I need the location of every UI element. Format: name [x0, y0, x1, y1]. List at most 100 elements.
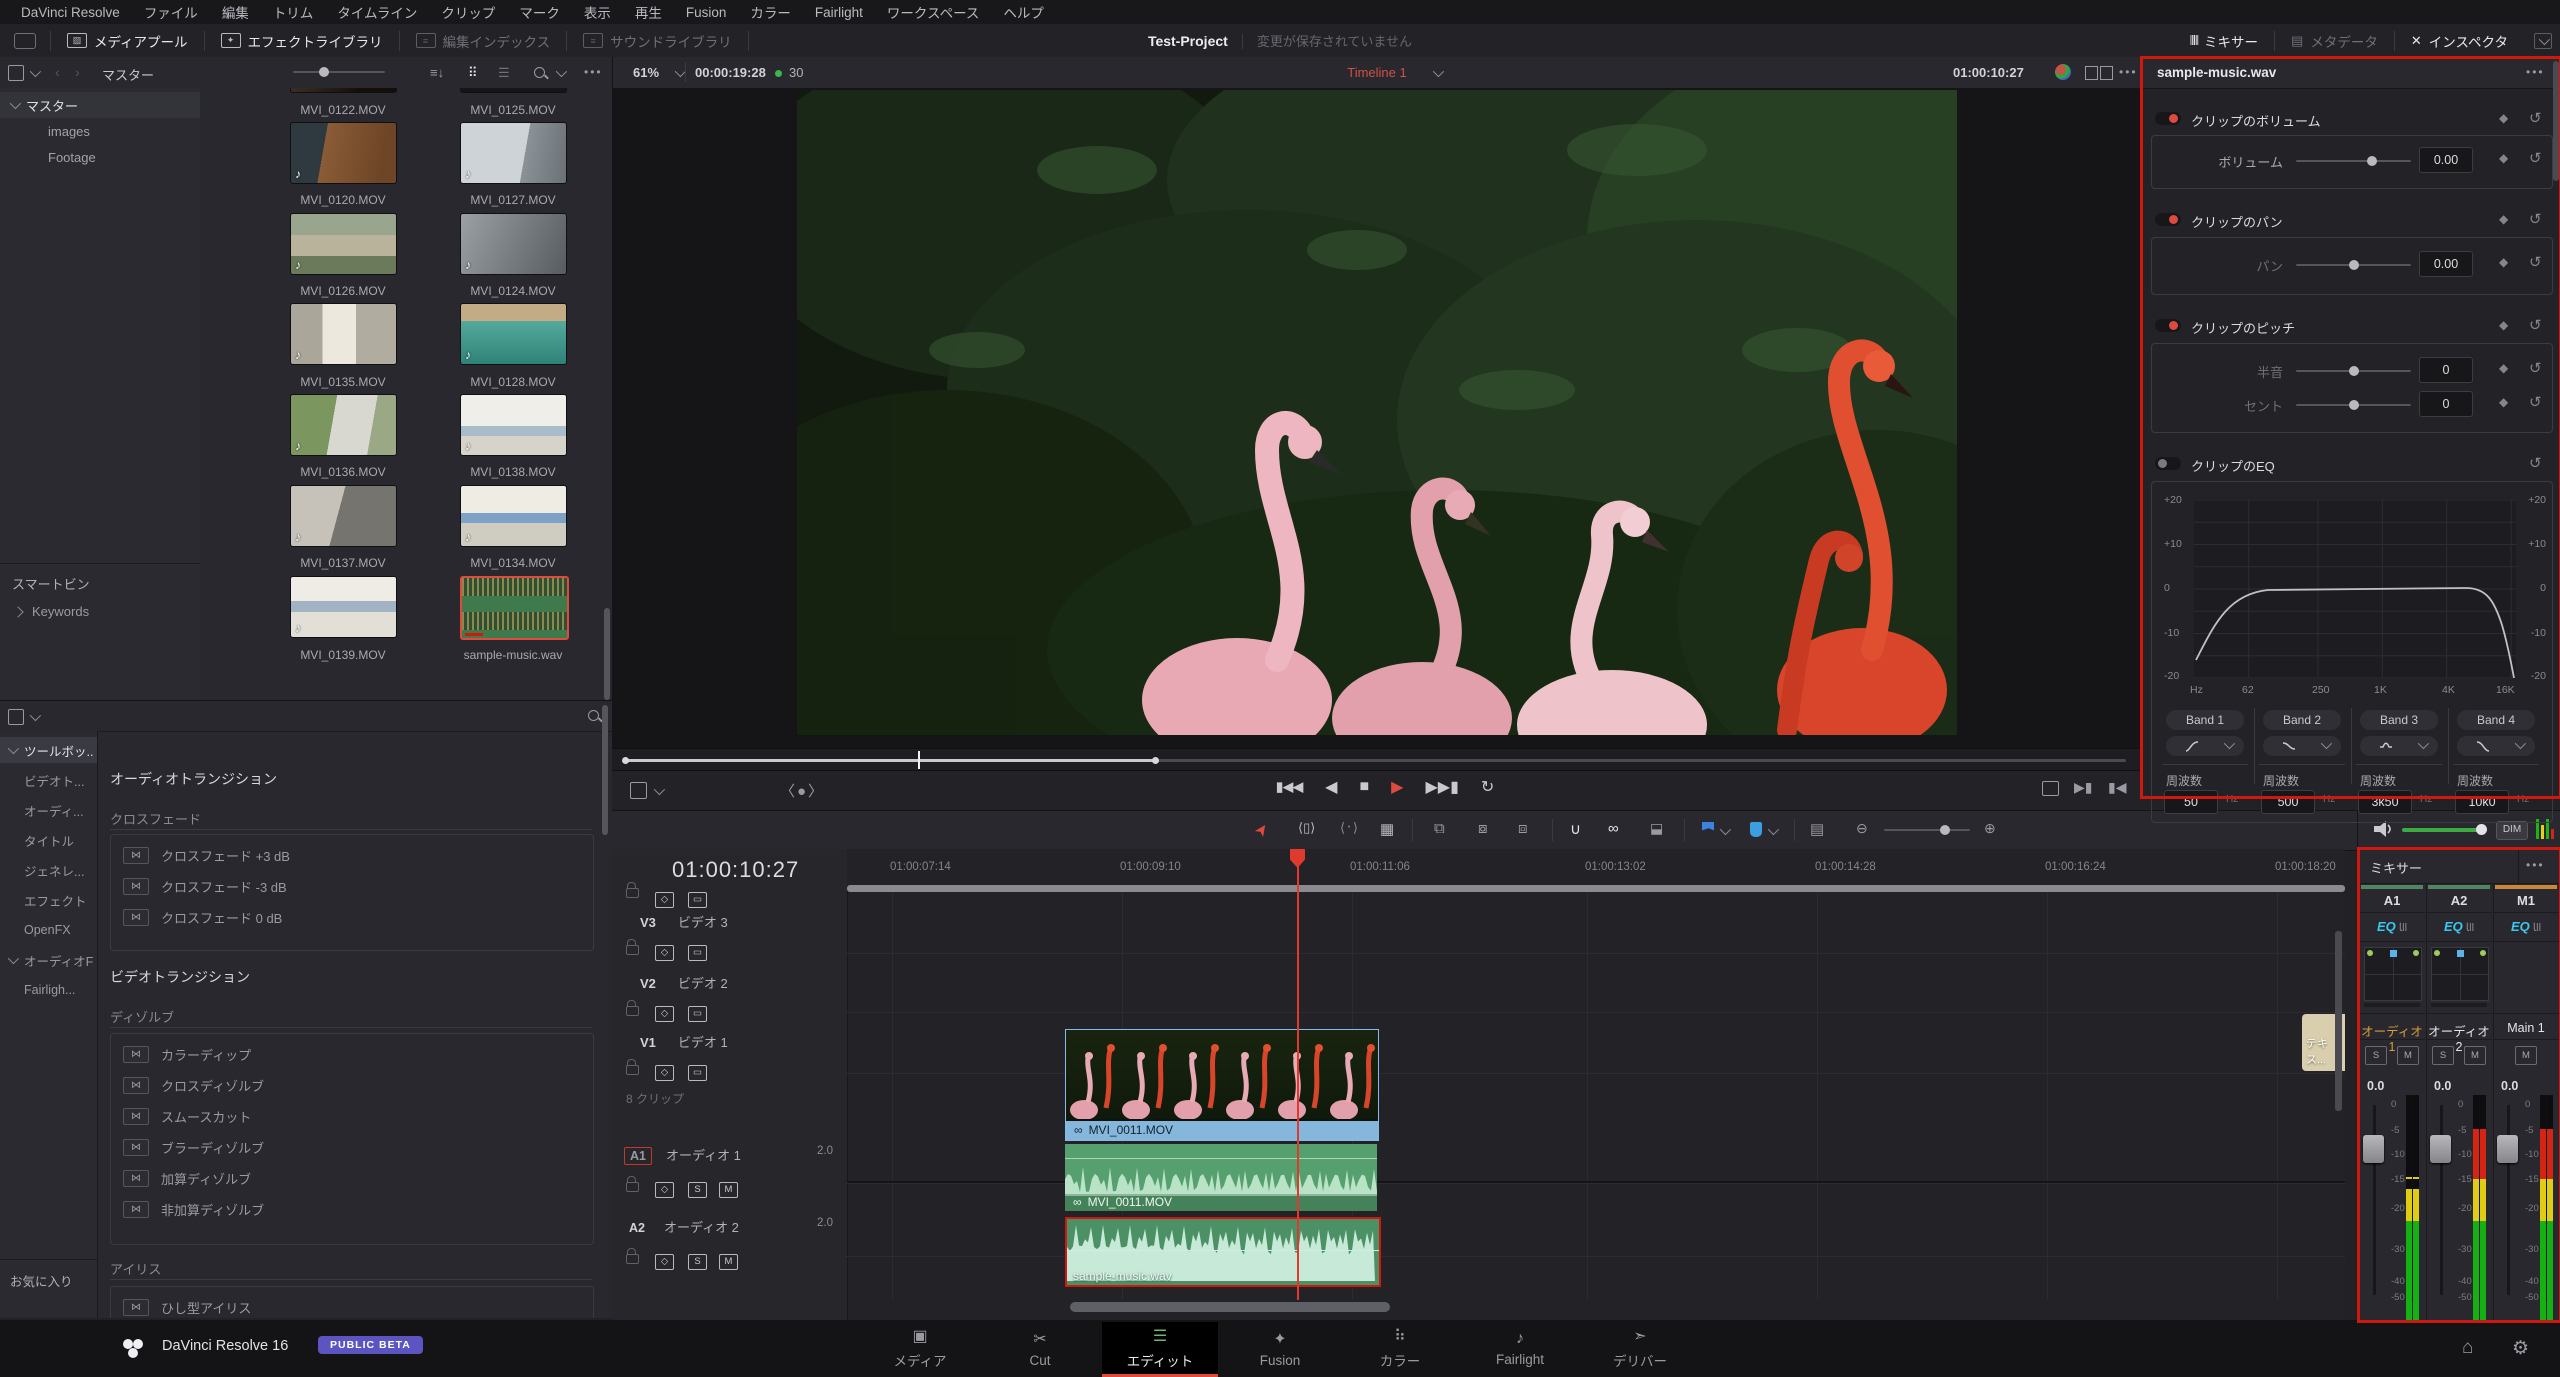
menu-item[interactable]: ワークスペース — [876, 2, 990, 22]
param-value[interactable]: 0.00 — [2419, 251, 2473, 277]
pan-control[interactable] — [2364, 947, 2422, 1001]
solo-button[interactable]: S — [688, 1254, 707, 1270]
chevron-down-icon[interactable] — [654, 784, 665, 795]
auto-select-icon[interactable]: ◇ — [655, 1254, 674, 1270]
pan-dot-right[interactable] — [2480, 950, 2486, 956]
strip-eq-button[interactable]: EQ ﺎll — [2359, 919, 2425, 934]
prev-frame-button[interactable]: ◀ — [1325, 777, 1337, 797]
chevron-down-icon[interactable] — [1720, 824, 1731, 835]
timeline-zoom-slider[interactable] — [1884, 829, 1970, 831]
snapping-icon[interactable]: ∪ — [1570, 820, 1581, 838]
timeline-h-scrollbar[interactable] — [1070, 1302, 1390, 1312]
media-thumb[interactable]: ♪ — [460, 122, 567, 184]
reset-icon[interactable]: ↺ — [2529, 253, 2542, 271]
mixer-more-icon[interactable]: ••• — [2526, 858, 2545, 872]
keyframe-icon[interactable]: ◆ — [2499, 255, 2508, 269]
replace-clip-icon[interactable]: ⧈ — [1518, 820, 1528, 837]
timeline-ruler[interactable]: 01:00:07:1401:00:09:1001:00:11:0601:00:1… — [847, 849, 2345, 886]
list-view-icon[interactable]: ☰ — [498, 65, 510, 81]
param-value[interactable]: 0 — [2419, 357, 2473, 383]
back-icon[interactable]: ‹ — [55, 64, 60, 80]
selection-tool-icon[interactable]: ➤ — [1250, 819, 1274, 841]
param-value[interactable]: 0 — [2419, 391, 2473, 417]
reset-icon[interactable]: ↺ — [2529, 316, 2542, 334]
solo-button[interactable]: S — [2432, 1046, 2454, 1065]
page-tab-1[interactable]: ✂Cut — [982, 1322, 1098, 1374]
position-lock-icon[interactable]: ⬓ — [1650, 820, 1663, 837]
keyframe-icon[interactable]: ◆ — [2499, 151, 2508, 165]
expand-icon[interactable] — [12, 606, 23, 617]
favorites-label[interactable]: お気に入り — [10, 1271, 73, 1290]
bin-images[interactable]: images — [48, 120, 90, 144]
pool-view-icon[interactable] — [8, 65, 24, 81]
media-thumb[interactable]: ♪ — [290, 303, 397, 365]
page-tab-5[interactable]: ♪Fairlight — [1462, 1322, 1578, 1374]
inspector-scrollbar[interactable] — [2553, 61, 2559, 181]
eq-freq-value[interactable]: 3k50 — [2358, 790, 2412, 814]
scrub-playhead[interactable] — [918, 751, 920, 769]
fader-handle[interactable] — [2497, 1135, 2518, 1163]
edit-index-button[interactable]: ≡編集インデックス — [400, 24, 567, 57]
fx-item[interactable]: ⋈ブラーディゾルブ — [123, 1137, 593, 1158]
track-name[interactable]: ビデオ 3 — [678, 915, 728, 930]
param-slider[interactable] — [2296, 160, 2411, 162]
filmstrip-icon[interactable]: ▭ — [688, 892, 707, 908]
clip-eq-toggle[interactable] — [2155, 457, 2181, 470]
chevron-down-icon[interactable] — [30, 66, 41, 77]
lock-icon[interactable] — [626, 888, 639, 898]
pan-dot-right[interactable] — [2413, 950, 2419, 956]
stop-button[interactable]: ■ — [1359, 778, 1369, 796]
auto-select-icon[interactable]: ◇ — [655, 1182, 674, 1198]
menu-item[interactable]: マーク — [508, 2, 571, 22]
fx-item[interactable]: ⋈ひし型アイリス — [123, 1297, 593, 1318]
media-thumb[interactable]: ♪ — [290, 576, 397, 638]
slider-knob[interactable] — [2367, 156, 2377, 166]
auto-select-icon[interactable]: ◇ — [655, 945, 674, 961]
menu-item[interactable]: Fusion — [675, 5, 738, 20]
auto-select-icon[interactable]: ◇ — [655, 892, 674, 908]
track-header[interactable]: 8 クリップ — [612, 1090, 847, 1108]
slider-knob[interactable] — [1940, 825, 1950, 835]
forward-icon[interactable]: › — [75, 64, 80, 80]
fx-category[interactable]: オーディ... — [0, 797, 97, 823]
track-header[interactable]: ◇▭ — [612, 892, 847, 910]
fx-view-icon[interactable] — [8, 709, 24, 725]
track-header[interactable]: A1オーディオ 12.0 — [612, 1145, 847, 1175]
scrub-end-dot[interactable] — [1152, 757, 1159, 764]
lock-icon[interactable] — [626, 1182, 639, 1192]
media-thumb[interactable]: ♪ — [460, 394, 567, 456]
metadata-button[interactable]: ▤メタデータ — [2275, 24, 2394, 57]
zoom-out-icon[interactable]: ⊖ — [1856, 820, 1868, 837]
monitor-volume-slider[interactable] — [2402, 828, 2486, 832]
media-thumb[interactable]: ♪ — [290, 394, 397, 456]
pan-handle[interactable] — [2457, 950, 2464, 957]
media-thumb[interactable]: ♪ — [460, 303, 567, 365]
expand-icon[interactable] — [8, 953, 19, 964]
dual-viewer-icon[interactable] — [2085, 66, 2098, 80]
clip-volume-toggle[interactable] — [2155, 112, 2181, 125]
menu-app[interactable]: DaVinci Resolve — [10, 5, 131, 20]
param-slider[interactable] — [2296, 264, 2411, 266]
loop-button[interactable]: ↻ — [1481, 777, 1494, 797]
first-frame-button[interactable]: ▮◀◀ — [1276, 778, 1303, 796]
menu-item[interactable]: トリム — [262, 2, 325, 22]
grade-icon[interactable] — [2055, 64, 2071, 80]
reset-icon[interactable]: ↺ — [2529, 393, 2542, 411]
reset-icon[interactable]: ↺ — [2529, 109, 2542, 127]
insert-clip-icon[interactable]: ⧉ — [1434, 820, 1445, 837]
pool-scrollbar[interactable] — [604, 608, 610, 700]
prev-edit-icon[interactable]: ▮◀ — [2108, 779, 2126, 796]
audio-clip[interactable]: ∞MVI_0011.MOV — [1065, 1144, 1377, 1211]
param-slider[interactable] — [2296, 370, 2411, 372]
eq-freq-value[interactable]: 10k0 — [2455, 790, 2509, 814]
auto-select-icon[interactable]: ◇ — [655, 1065, 674, 1081]
media-thumb-selected[interactable] — [460, 576, 569, 640]
page-tab-6[interactable]: ➣デリバー — [1582, 1322, 1698, 1374]
track-header[interactable]: ◇▭ — [612, 940, 847, 966]
sound-library-button[interactable]: ≡サウンドライブラリ — [567, 24, 748, 57]
media-thumb[interactable]: ♪ — [460, 88, 567, 93]
keyframe-icon[interactable]: ◆ — [2499, 361, 2508, 375]
viewer-zoom-value[interactable]: 61% — [633, 65, 659, 80]
fx-item[interactable]: ⋈加算ディゾルブ — [123, 1168, 593, 1189]
fx-category[interactable]: Fairligh... — [0, 977, 97, 1003]
